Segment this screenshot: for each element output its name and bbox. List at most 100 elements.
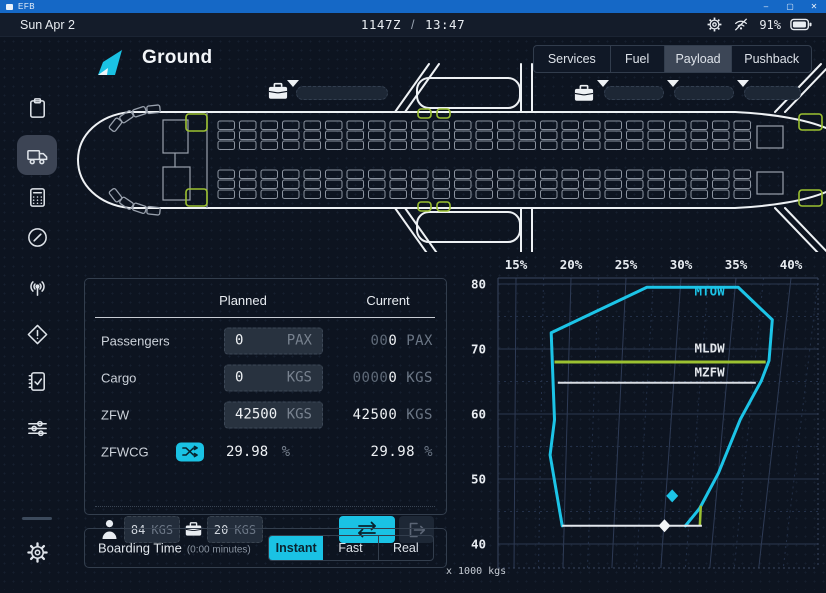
seat [304, 190, 321, 199]
exit-door [437, 109, 450, 118]
seat [562, 170, 579, 179]
seat [648, 121, 665, 130]
seat [347, 141, 364, 150]
compass-icon [26, 226, 49, 249]
seat [519, 141, 536, 150]
seat [713, 170, 730, 179]
seat [734, 121, 751, 130]
sliders-icon [26, 417, 49, 440]
window-minimize-button[interactable]: – [754, 0, 778, 13]
boarding-time-detail: (0:00 minutes) [182, 545, 251, 556]
boarding-time-options: InstantFastReal [268, 535, 434, 561]
seat [326, 190, 343, 199]
seat [541, 131, 558, 140]
seat [261, 180, 278, 189]
sidebar-item-warning-diamond[interactable] [17, 314, 57, 354]
x-axis-tick: 30% [670, 257, 693, 272]
window-maximize-button[interactable]: ▢ [778, 0, 802, 13]
seat [326, 180, 343, 189]
fwd-cargo-caret-icon[interactable] [287, 80, 299, 87]
window-app-icon [6, 4, 13, 10]
seat [283, 180, 300, 189]
shuffle-icon [182, 446, 198, 458]
seat [455, 121, 472, 130]
planned-column-header: Planned [198, 293, 288, 308]
seat [433, 131, 450, 140]
sidebar-item-sliders[interactable] [17, 408, 57, 448]
seat [648, 170, 665, 179]
utc-time: 1147Z [361, 17, 401, 32]
seat [218, 131, 235, 140]
fwd-cargo-load-bar[interactable] [296, 86, 388, 100]
window-title: EFB [18, 2, 754, 11]
seat [519, 190, 536, 199]
planned-cg-marker [666, 489, 678, 502]
local-time: 13:47 [425, 17, 465, 32]
seat [584, 190, 601, 199]
cargo-planned-input[interactable]: 0 KGS [224, 364, 323, 391]
seat [648, 190, 665, 199]
seat [691, 131, 708, 140]
seat [670, 141, 687, 150]
fwd-cargo-briefcase-icon [268, 82, 288, 100]
aft-cargo-load-bar-1[interactable] [604, 86, 664, 100]
seat [734, 131, 751, 140]
cockpit-window [119, 197, 134, 210]
boarding-option-instant[interactable]: Instant [269, 536, 323, 560]
seat [498, 121, 515, 130]
seat [455, 180, 472, 189]
sidebar-divider [22, 517, 52, 520]
aft-cargo-load-bar-3[interactable] [744, 86, 801, 100]
seat [304, 141, 321, 150]
seat [541, 180, 558, 189]
seat [455, 131, 472, 140]
seat [455, 141, 472, 150]
battery-percent: 91% [759, 18, 781, 32]
sidebar-item-checklist[interactable] [17, 361, 57, 401]
clipboard-icon [26, 97, 49, 120]
seat [283, 121, 300, 130]
limit-label-mtow: MTOW [695, 284, 726, 299]
boarding-option-fast[interactable]: Fast [323, 536, 378, 560]
x-axis-tick: 35% [725, 257, 748, 272]
seat [605, 180, 622, 189]
seat [519, 170, 536, 179]
seat [541, 141, 558, 150]
efb-screen: EFB – ▢ ✕ Sun Apr 2 1147Z / 13:47 [0, 0, 826, 590]
sidebar-item-ground-truck[interactable] [17, 135, 57, 175]
sidebar-item-calculator[interactable] [17, 177, 57, 217]
sidebar-item-antenna[interactable] [17, 266, 57, 306]
seat [605, 190, 622, 199]
fuselage-nose [78, 112, 130, 208]
window-close-button[interactable]: ✕ [802, 0, 826, 13]
sidebar-item-clipboard[interactable] [17, 88, 57, 128]
passengers-planned-input[interactable]: 0 PAX [224, 327, 323, 354]
seat [347, 121, 364, 130]
sidebar-item-compass[interactable] [17, 217, 57, 257]
seat [240, 121, 257, 130]
seat [261, 170, 278, 179]
wing-line [775, 208, 821, 252]
seat [627, 170, 644, 179]
seat [670, 190, 687, 199]
sidebar-item-gear[interactable] [17, 532, 57, 572]
seat [734, 141, 751, 150]
zfw-planned-input[interactable]: 42500 KGS [224, 401, 323, 428]
seat [562, 190, 579, 199]
status-gear-icon[interactable] [706, 16, 723, 33]
seat [433, 141, 450, 150]
cg-envelope-chart: 15%20%25%30%35%40%8070605040x 1000 kgsMT… [440, 250, 826, 588]
zfwcg-randomize-button[interactable] [176, 442, 204, 461]
boarding-time-label: Boarding Time(0:00 minutes) [98, 541, 251, 556]
seat [261, 131, 278, 140]
seat [605, 141, 622, 150]
seat [218, 170, 235, 179]
boarding-option-real[interactable]: Real [379, 536, 433, 560]
seat [541, 170, 558, 179]
footer-divider [95, 506, 435, 507]
aft-cargo-load-bar-2[interactable] [674, 86, 734, 100]
battery-icon [790, 18, 812, 31]
seat [498, 141, 515, 150]
seat [412, 131, 429, 140]
seat [390, 121, 407, 130]
